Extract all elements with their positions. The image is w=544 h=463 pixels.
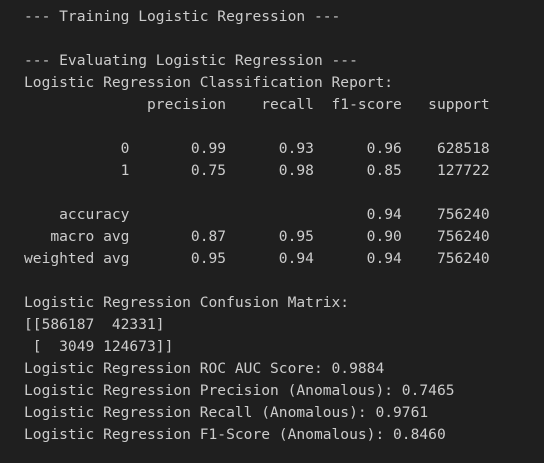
report-row-class-0: 0 0.99 0.93 0.96 628518 [24, 140, 490, 157]
confusion-matrix-title: Logistic Regression Confusion Matrix: [24, 294, 350, 311]
evaluating-header-line: --- Evaluating Logistic Regression --- [24, 52, 358, 69]
report-row-class-1: 1 0.75 0.98 0.85 127722 [24, 162, 490, 179]
precision-line: Logistic Regression Precision (Anomalous… [24, 382, 455, 399]
report-row-macro-avg: macro avg 0.87 0.95 0.90 756240 [24, 228, 490, 245]
training-header-line: --- Training Logistic Regression --- [24, 8, 341, 25]
terminal-output: --- Training Logistic Regression --- ---… [0, 0, 544, 463]
report-row-accuracy: accuracy 0.94 756240 [24, 206, 490, 223]
report-column-headers: precision recall f1-score support [24, 96, 490, 113]
roc-auc-line: Logistic Regression ROC AUC Score: 0.988… [24, 360, 385, 377]
f1-score-line: Logistic Regression F1-Score (Anomalous)… [24, 426, 446, 443]
confusion-matrix-row-1: [ 3049 124673]] [24, 338, 174, 355]
classification-report-title: Logistic Regression Classification Repor… [24, 74, 394, 91]
recall-line: Logistic Regression Recall (Anomalous): … [24, 404, 429, 421]
confusion-matrix-row-0: [[586187 42331] [24, 316, 165, 333]
report-row-weighted-avg: weighted avg 0.95 0.94 0.94 756240 [24, 250, 490, 267]
